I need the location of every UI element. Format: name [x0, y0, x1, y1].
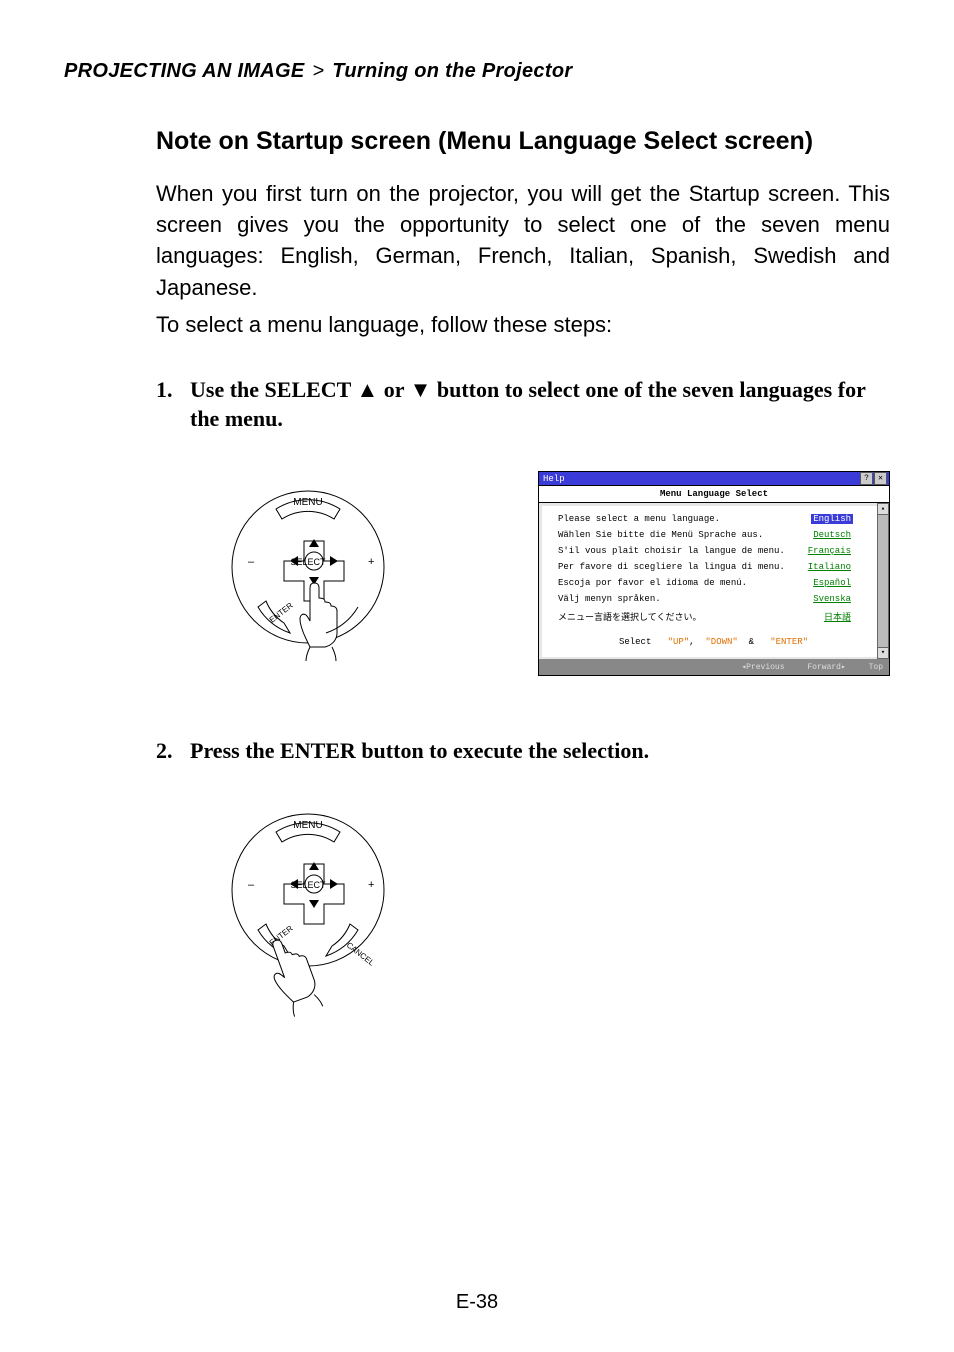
language-select-screen: Help ? ✕ Menu Language Select Please sel…: [538, 471, 890, 676]
minus-label-2: –: [248, 879, 255, 891]
hand-icon: [300, 583, 337, 661]
instr-down: "DOWN": [705, 637, 737, 647]
titlebar-buttons: ? ✕: [860, 472, 887, 485]
prompt-japanese: メニュー言語を選択してください。: [558, 610, 701, 623]
right-arrow-icon: [330, 556, 338, 566]
scroll-track[interactable]: [877, 515, 889, 647]
page-number: E-38: [0, 1291, 954, 1314]
instr-amp: &: [749, 637, 754, 647]
lang-deutsch: Deutsch: [813, 530, 869, 540]
controller-diagram-2: MENU SELECT – + ENTER CANCEL: [226, 804, 390, 1034]
step-1-number: 1.: [156, 376, 190, 433]
breadcrumb-sub: Turning on the Projector: [332, 60, 572, 82]
up-arrow-icon-2: [309, 862, 319, 870]
lang-row-espanol[interactable]: Escoja por favor el idioma de menú. Espa…: [558, 578, 869, 588]
minus-label: –: [248, 556, 255, 568]
screen-subtitle: Menu Language Select: [539, 485, 889, 503]
step-1: 1. Use the SELECT ▲ or ▼ button to selec…: [156, 376, 890, 433]
figure-row-2: MENU SELECT – + ENTER CANCEL: [156, 804, 890, 1034]
step-2-text: Press the ENTER button to execute the se…: [190, 737, 890, 766]
prompt-francais: S'il vous plaît choisir la langue de men…: [558, 546, 785, 556]
instruction-line: Select "UP", "DOWN" & "ENTER": [558, 629, 869, 651]
step-2-number: 2.: [156, 737, 190, 766]
content: Note on Startup screen (Menu Language Se…: [64, 127, 890, 1034]
up-arrow-icon: [309, 539, 319, 547]
footer-forward[interactable]: Forward▸: [807, 663, 845, 672]
titlebar-label: Help: [541, 474, 565, 484]
titlebar: Help ? ✕: [539, 472, 889, 485]
footer-previous[interactable]: ◂Previous: [741, 663, 784, 672]
breadcrumb-section: PROJECTING AN IMAGE: [64, 60, 305, 82]
page: PROJECTING AN IMAGE > Turning on the Pro…: [0, 0, 954, 1352]
lang-japanese: 日本語: [824, 610, 869, 623]
prompt-italiano: Per favore di scegliere la lingua di men…: [558, 562, 785, 572]
instr-select: Select: [619, 637, 651, 647]
prompt-espanol: Escoja por favor el idioma de menú.: [558, 578, 747, 588]
plus-label-2: +: [368, 879, 374, 891]
lang-row-svenska[interactable]: Välj menyn språken. Svenska: [558, 594, 869, 604]
right-arrow-icon-2: [330, 879, 338, 889]
controller-diagram-1: MENU SELECT – + ENTER: [226, 471, 390, 691]
scrollbar[interactable]: ▴ ▾: [877, 503, 889, 659]
lang-row-francais[interactable]: S'il vous plaît choisir la langue de men…: [558, 546, 869, 556]
menu-label: MENU: [293, 497, 322, 508]
instr-up: "UP": [668, 637, 690, 647]
lang-francais: Français: [808, 546, 869, 556]
prompt-english: Please select a menu language.: [558, 514, 720, 524]
down-arrow-icon-2: [309, 900, 319, 908]
figure-row-1: MENU SELECT – + ENTER: [156, 471, 890, 691]
breadcrumb-separator: >: [310, 60, 326, 82]
menu-label-2: MENU: [293, 820, 322, 831]
section-title: Note on Startup screen (Menu Language Se…: [156, 127, 890, 156]
lang-row-japanese[interactable]: メニュー言語を選択してください。 日本語: [558, 610, 869, 623]
screen-footer: ◂Previous Forward▸ Top: [539, 659, 889, 675]
instr-enter: "ENTER": [770, 637, 808, 647]
prompt-deutsch: Wählen Sie bitte die Menü Sprache aus.: [558, 530, 763, 540]
lang-svenska: Svenska: [813, 594, 869, 604]
language-list: Please select a menu language. English W…: [542, 506, 877, 657]
prompt-svenska: Välj menyn språken.: [558, 594, 661, 604]
lang-english: English: [811, 514, 853, 524]
lang-row-italiano[interactable]: Per favore di scegliere la lingua di men…: [558, 562, 869, 572]
lang-espanol: Español: [813, 578, 869, 588]
lang-row-english[interactable]: Please select a menu language. English: [558, 514, 869, 524]
step-1-text: Use the SELECT ▲ or ▼ button to select o…: [190, 376, 890, 433]
close-button[interactable]: ✕: [874, 472, 887, 485]
scroll-down-button[interactable]: ▾: [877, 647, 889, 659]
steps-lead: To select a menu language, follow these …: [156, 309, 890, 340]
lang-row-deutsch[interactable]: Wählen Sie bitte die Menü Sprache aus. D…: [558, 530, 869, 540]
scroll-up-button[interactable]: ▴: [877, 503, 889, 515]
plus-label: +: [368, 556, 374, 568]
intro-paragraph: When you first turn on the projector, yo…: [156, 178, 890, 303]
lang-italiano: Italiano: [808, 562, 869, 572]
instr-comma: ,: [689, 637, 694, 647]
help-button[interactable]: ?: [860, 472, 873, 485]
breadcrumb: PROJECTING AN IMAGE > Turning on the Pro…: [64, 60, 890, 83]
step-2: 2. Press the ENTER button to execute the…: [156, 737, 890, 766]
footer-top[interactable]: Top: [869, 663, 883, 672]
